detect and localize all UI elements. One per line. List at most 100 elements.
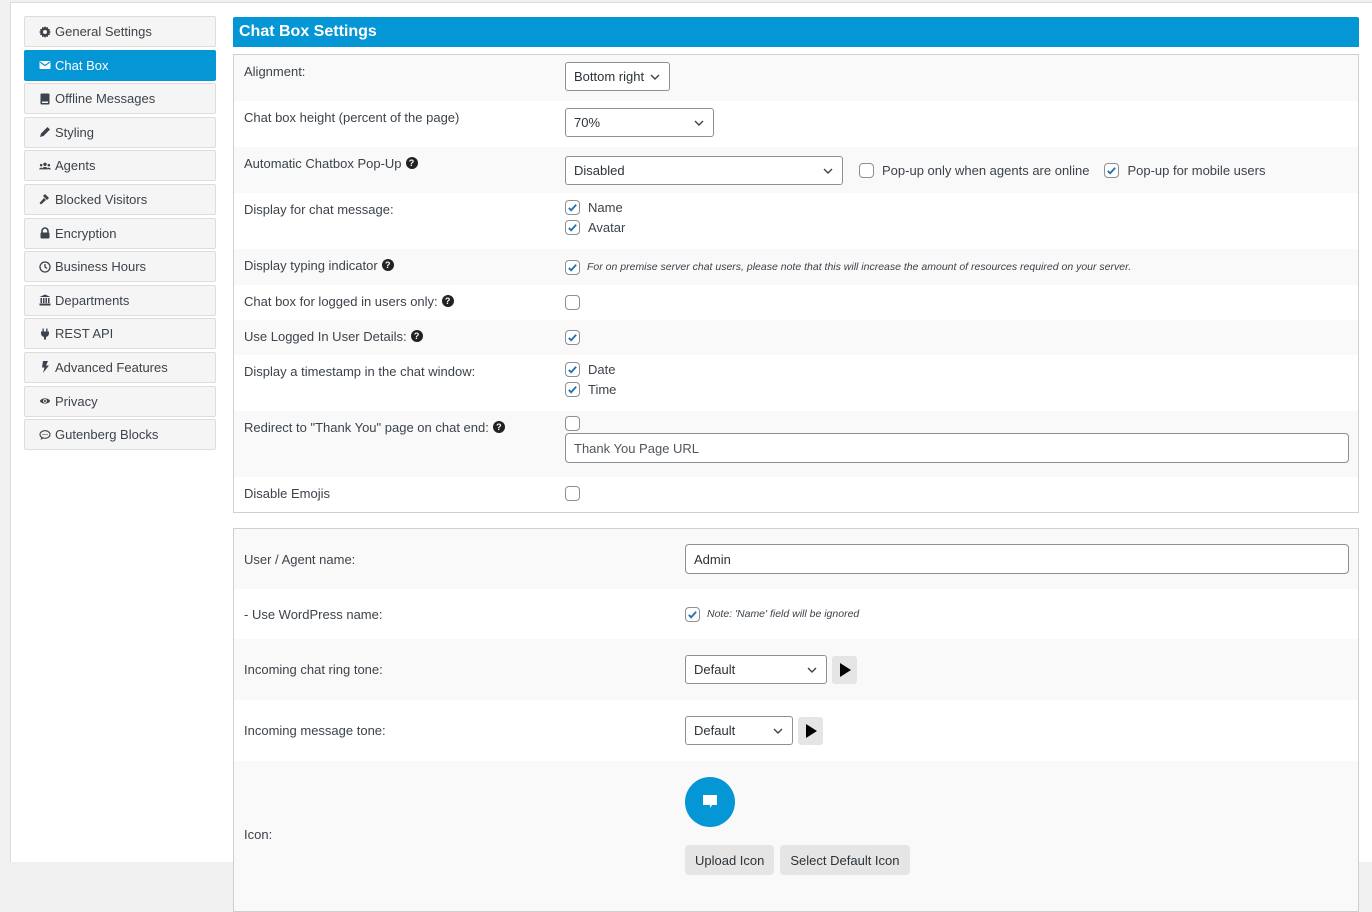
gavel-icon — [37, 193, 53, 205]
setting-label: Disable Emojis — [244, 486, 330, 501]
chevron-down-icon — [773, 728, 783, 734]
gear-icon — [37, 25, 53, 38]
disable-emojis-checkbox[interactable] — [565, 486, 580, 501]
page-title: Chat Box Settings — [233, 17, 1359, 47]
redirect-checkbox[interactable] — [565, 416, 580, 431]
sidebar-item-encryption[interactable]: Encryption — [24, 217, 216, 249]
play-message-tone-button[interactable] — [798, 716, 823, 745]
help-icon[interactable]: ? — [405, 157, 418, 169]
setting-row-logged-in-only: Chat box for logged in users only: ? — [234, 285, 1358, 320]
setting-row-height: Chat box height (percent of the page) 70… — [234, 101, 1358, 147]
popup-mobile-checkbox[interactable] — [1104, 162, 1120, 178]
check-icon — [568, 203, 577, 212]
check-icon — [568, 365, 577, 374]
setting-row-ring-tone: Incoming chat ring tone: Default — [234, 639, 1358, 700]
setting-row-icon: Icon: Upload Icon Select Default Icon — [234, 761, 1358, 911]
checkbox-label: Pop-up only when agents are online — [882, 162, 1090, 178]
book-icon — [37, 93, 53, 105]
chat-icon-preview — [685, 777, 735, 827]
setting-row-popup: Automatic Chatbox Pop-Up ? Disabled Pop-… — [234, 147, 1358, 193]
setting-row-agent-name: User / Agent name: Admin — [234, 529, 1358, 589]
select-default-icon-button[interactable]: Select Default Icon — [780, 845, 910, 875]
upload-icon-button[interactable]: Upload Icon — [685, 845, 775, 875]
setting-row-message-tone: Incoming message tone: Default — [234, 700, 1358, 761]
setting-row-timestamp: Display a timestamp in the chat window: … — [234, 355, 1358, 411]
sidebar-item-label: Chat Box — [55, 57, 109, 73]
eye-icon — [37, 395, 53, 407]
agent-name-input[interactable]: Admin — [685, 544, 1349, 574]
setting-row-alignment: Alignment: Bottom right — [234, 55, 1358, 101]
ring-tone-select[interactable]: Default — [685, 655, 827, 684]
sidebar-item-general-settings[interactable]: General Settings — [24, 16, 216, 47]
alignment-select[interactable]: Bottom right — [565, 62, 670, 91]
clock-icon — [37, 261, 53, 273]
sidebar-item-blocked-visitors[interactable]: Blocked Visitors — [24, 183, 216, 215]
play-icon — [839, 662, 851, 677]
setting-row-disable-emojis: Disable Emojis — [234, 477, 1358, 512]
thank-you-url-input[interactable]: Thank You Page URL — [565, 433, 1349, 463]
check-icon — [568, 334, 577, 342]
chevron-down-icon — [823, 168, 833, 174]
sidebar-item-privacy[interactable]: Privacy — [24, 385, 216, 417]
comment-icon — [37, 429, 53, 441]
timestamp-time-checkbox[interactable] — [565, 381, 580, 397]
setting-label: Display a timestamp in the chat window: — [244, 364, 476, 379]
setting-label: Incoming message tone: — [244, 723, 386, 738]
chat-box-height-select[interactable]: 70% — [565, 108, 714, 137]
setting-row-logged-in-details: Use Logged In User Details: ? — [234, 320, 1358, 355]
chevron-down-icon — [694, 120, 704, 126]
display-avatar-checkbox[interactable] — [565, 219, 580, 235]
setting-label: Redirect to "Thank You" page on chat end… — [234, 411, 565, 477]
sidebar-item-departments[interactable]: Departments — [24, 284, 216, 316]
check-icon — [568, 223, 577, 232]
check-icon — [1107, 166, 1117, 175]
setting-row-redirect: Redirect to "Thank You" page on chat end… — [234, 411, 1358, 477]
chevron-down-icon — [807, 667, 817, 673]
setting-label: Chat box for logged in users only: ? — [234, 285, 565, 320]
sidebar-item-label: Advanced Features — [55, 359, 168, 375]
setting-label: Display typing indicator ? — [234, 249, 565, 285]
setting-label: Incoming chat ring tone: — [244, 662, 383, 677]
help-icon[interactable]: ? — [492, 421, 505, 433]
chat-bubble-icon — [703, 795, 717, 808]
setting-label: Alignment: — [244, 64, 306, 79]
display-name-checkbox[interactable] — [565, 199, 580, 215]
setting-label: User / Agent name: — [244, 551, 356, 567]
typing-indicator-checkbox[interactable] — [565, 259, 580, 275]
sidebar-item-offline-messages[interactable]: Offline Messages — [24, 83, 216, 115]
setting-label: Display for chat message: — [244, 202, 394, 217]
sidebar-item-label: Privacy — [55, 393, 98, 409]
sidebar-item-label: Encryption — [55, 225, 117, 241]
envelope-icon — [37, 59, 53, 71]
sidebar-item-advanced-features[interactable]: Advanced Features — [24, 351, 216, 383]
sidebar-item-rest-api[interactable]: REST API — [24, 318, 216, 350]
chat-box-settings: Chat Box Settings Alignment: Bottom righ… — [233, 17, 1359, 912]
help-icon[interactable]: ? — [381, 259, 394, 271]
sidebar-item-gutenberg-blocks[interactable]: Gutenberg Blocks — [24, 419, 216, 451]
help-icon[interactable]: ? — [441, 295, 454, 307]
chat-box-settings-panel: Alignment: Bottom right Chat box height … — [233, 54, 1359, 513]
sidebar-item-label: Styling — [55, 124, 95, 140]
logged-in-only-checkbox[interactable] — [565, 295, 580, 310]
timestamp-date-checkbox[interactable] — [565, 361, 580, 377]
typing-indicator-note: For on premise server chat users, please… — [587, 261, 1132, 273]
sidebar-item-business-hours[interactable]: Business Hours — [24, 251, 216, 283]
play-ring-tone-button[interactable] — [832, 655, 857, 684]
sidebar-item-styling[interactable]: Styling — [24, 116, 216, 148]
setting-label: Icon: — [244, 827, 273, 842]
use-wordpress-name-checkbox[interactable] — [685, 606, 700, 622]
setting-label: Use Logged In User Details: ? — [234, 320, 565, 355]
sidebar-item-label: General Settings — [55, 24, 152, 39]
setting-row-wp-name: - Use WordPress name: Note: 'Name' field… — [234, 589, 1358, 639]
check-icon — [688, 610, 697, 619]
setting-label: - Use WordPress name: — [244, 606, 383, 622]
message-tone-select[interactable]: Default — [685, 716, 793, 745]
help-icon[interactable]: ? — [410, 330, 423, 342]
popup-select[interactable]: Disabled — [565, 155, 843, 185]
sidebar-item-label: Offline Messages — [55, 91, 156, 107]
sidebar-item-chat-box[interactable]: Chat Box — [24, 49, 216, 81]
popup-agents-online-checkbox[interactable] — [859, 162, 874, 178]
logged-in-details-checkbox[interactable] — [565, 330, 580, 345]
sidebar-item-label: Blocked Visitors — [55, 191, 148, 207]
sidebar-item-agents[interactable]: Agents — [24, 150, 216, 182]
